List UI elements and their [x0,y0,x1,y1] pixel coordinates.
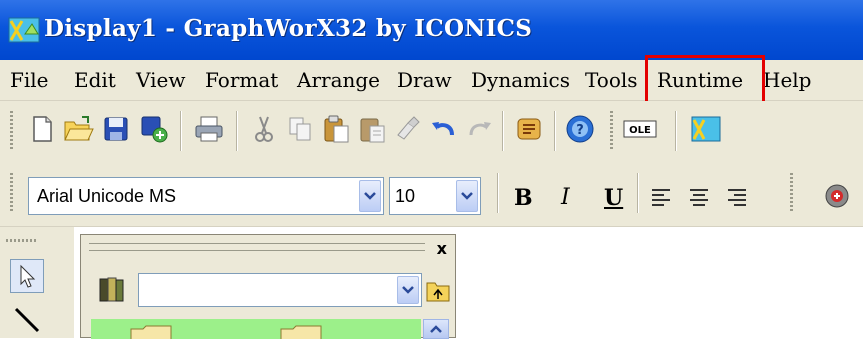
menu-dynamics[interactable]: Dynamics [471,68,570,96]
toolbar-separator [236,111,238,151]
toolbar-grip[interactable] [610,111,613,151]
library-books-icon[interactable] [95,273,127,305]
panel-close-button[interactable]: x [437,239,447,258]
menu-file[interactable]: File [10,68,49,96]
menu-arrange[interactable]: Arrange [297,68,380,96]
toolbar-separator [497,173,499,213]
scroll-up-button[interactable] [423,319,449,339]
copy-icon[interactable] [284,113,316,145]
drawing-tools-palette [0,227,74,338]
font-size-combo[interactable]: 10 [389,177,481,215]
menu-help-label: Help [763,68,812,92]
menu-help[interactable]: Help [763,68,811,96]
toolbar-separator [637,173,639,213]
menu-view-label: View [136,68,186,92]
menu-dynamics-label: Dynamics [471,68,570,92]
undo-icon[interactable] [428,113,460,145]
ole-label: OLE [629,125,651,136]
runtime-highlight-box [645,55,765,107]
cut-icon[interactable] [248,113,280,145]
panel-header: x [81,235,455,258]
paste-special-icon[interactable] [356,113,388,145]
toolbar-separator [502,111,504,151]
menu-arrange-label: Arrange [297,68,381,92]
menu-file-label: File [10,68,49,92]
italic-button[interactable]: I [561,185,570,210]
toolbar-separator [554,111,556,151]
folder-icon[interactable] [129,325,173,339]
menu-edit-label: Edit [74,68,116,92]
menu-draw[interactable]: Draw [397,68,452,96]
align-center-icon[interactable] [688,186,710,210]
panel-grip[interactable] [89,243,425,251]
font-size-value: 10 [395,186,416,206]
panel-item-list[interactable] [91,319,421,339]
font-name-combo[interactable]: Arial Unicode MS [28,177,384,215]
graphworx-toolbar-icon[interactable] [690,113,722,145]
window-title: Display1 - GraphWorX32 by ICONICS [44,15,533,42]
underline-button[interactable]: U [604,185,623,211]
chevron-up-icon [430,325,442,333]
panel-combo-dropdown-button[interactable] [397,276,419,304]
select-tool-button[interactable] [10,259,44,293]
print-icon[interactable] [193,113,225,145]
menu-draw-label: Draw [397,68,452,92]
drawing-canvas[interactable] [460,227,863,338]
toolbar-grip[interactable] [790,173,793,213]
align-left-icon[interactable] [650,186,672,210]
scroll-icon[interactable] [513,113,545,145]
graphworx-app-icon[interactable] [8,16,40,44]
redo-icon[interactable] [463,113,495,145]
add-object-icon[interactable] [823,180,855,212]
font-name-dropdown-button[interactable] [359,180,381,212]
format-painter-icon[interactable] [392,113,424,145]
folder-up-icon[interactable] [425,275,451,305]
menu-tools-label: Tools [585,68,638,92]
toolbar-grip[interactable] [10,173,13,213]
paste-icon[interactable] [320,113,352,145]
toolbar-separator [675,111,677,151]
pointer-arrow-icon [20,264,36,288]
save-all-icon[interactable] [138,113,170,145]
menu-format-label: Format [205,68,279,92]
object-browser-panel: x [80,234,456,339]
chevron-down-icon [461,192,473,200]
standard-toolbar: ? OLE [0,101,863,161]
chevron-down-icon [402,286,414,294]
align-right-icon[interactable] [726,186,748,210]
toolbar-separator [180,111,182,151]
title-bar: Display1 - GraphWorX32 by ICONICS [0,0,863,61]
font-name-value: Arial Unicode MS [37,186,177,206]
folder-icon[interactable] [279,325,323,339]
svg-text:?: ? [576,123,584,138]
save-icon[interactable] [100,113,132,145]
chevron-down-icon [364,192,376,200]
ole-icon[interactable]: OLE [622,113,658,145]
line-tool-icon[interactable] [12,305,44,335]
menu-format[interactable]: Format [205,68,278,96]
palette-grip[interactable] [6,239,38,242]
bold-button[interactable]: B [514,185,533,211]
open-folder-icon[interactable] [62,113,94,145]
help-icon[interactable]: ? [564,113,596,145]
menu-view[interactable]: View [136,68,185,96]
menu-tools[interactable]: Tools [585,68,638,96]
font-size-dropdown-button[interactable] [456,180,478,212]
new-document-icon[interactable] [26,113,58,145]
panel-combo[interactable] [138,273,422,307]
menu-edit[interactable]: Edit [74,68,116,96]
toolbar-grip[interactable] [10,111,13,151]
